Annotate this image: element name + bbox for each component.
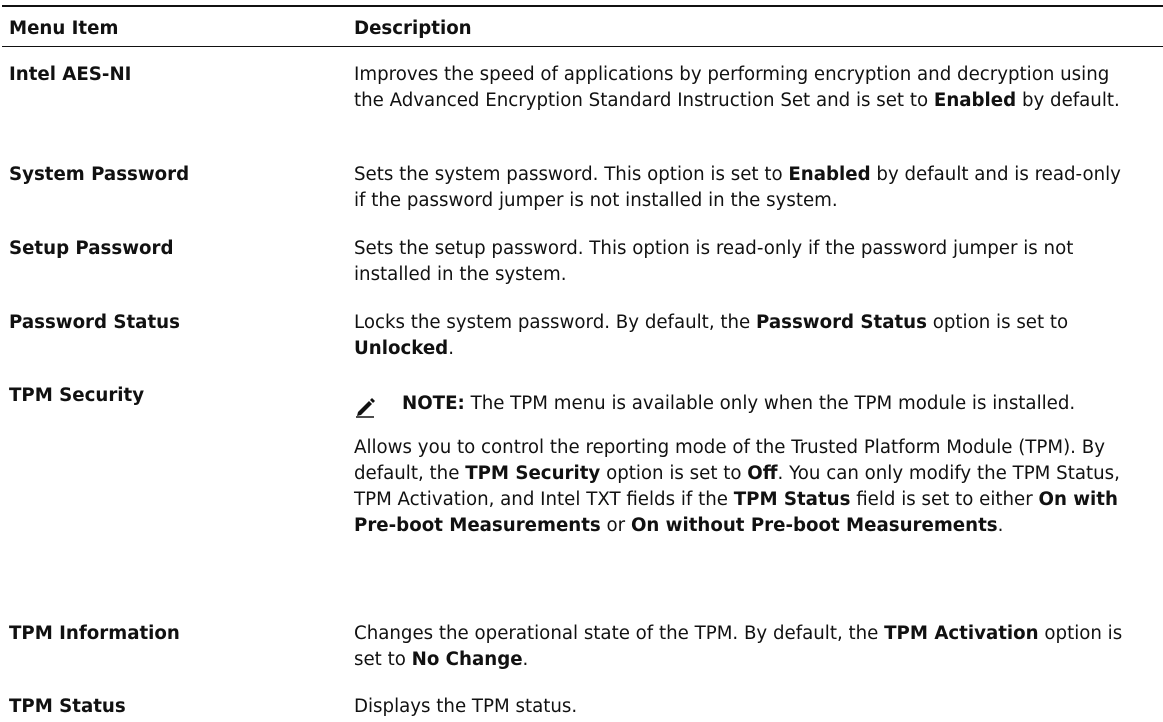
description-cell: Sets the system password. This option is… bbox=[354, 162, 1134, 214]
menu-item-label: TPM Security bbox=[9, 385, 145, 406]
description-text: Allows you to control the reporting mode… bbox=[354, 437, 1120, 536]
column-header-description: Description bbox=[354, 18, 472, 39]
note-text: NOTE: The TPM menu is available only whe… bbox=[402, 393, 1076, 414]
column-header-menu-item: Menu Item bbox=[9, 18, 119, 39]
table-header-rule bbox=[2, 46, 1163, 47]
description-cell: Locks the system password. By default, t… bbox=[354, 310, 1134, 362]
description-cell: Sets the setup password. This option is … bbox=[354, 236, 1134, 288]
description-text: Sets the system password. This option is… bbox=[354, 164, 1121, 211]
menu-item-label: Setup Password bbox=[9, 238, 174, 259]
description-cell: Improves the speed of applications by pe… bbox=[354, 62, 1134, 114]
menu-item-label: Intel AES-NI bbox=[9, 64, 132, 85]
menu-item-label: System Password bbox=[9, 164, 190, 185]
menu-item-label: TPM Information bbox=[9, 623, 180, 644]
menu-item-label: TPM Status bbox=[9, 696, 126, 717]
description-text: Changes the operational state of the TPM… bbox=[354, 623, 1123, 670]
menu-item-label: Password Status bbox=[9, 312, 180, 333]
description-text: Sets the setup password. This option is … bbox=[354, 238, 1074, 285]
description-cell: NOTE: The TPM menu is available only whe… bbox=[354, 383, 1134, 539]
note-callout: NOTE: The TPM menu is available only whe… bbox=[354, 391, 1134, 418]
description-text: Locks the system password. By default, t… bbox=[354, 312, 1069, 359]
table-top-rule bbox=[2, 5, 1163, 7]
pencil-note-icon bbox=[356, 398, 375, 418]
description-cell: Changes the operational state of the TPM… bbox=[354, 621, 1134, 673]
description-cell: Displays the TPM status. bbox=[354, 694, 1134, 720]
description-text: Improves the speed of applications by pe… bbox=[354, 64, 1120, 111]
description-text: Displays the TPM status. bbox=[354, 696, 578, 717]
document-page: Menu Item Description Intel AES-NI Impro… bbox=[0, 0, 1163, 722]
